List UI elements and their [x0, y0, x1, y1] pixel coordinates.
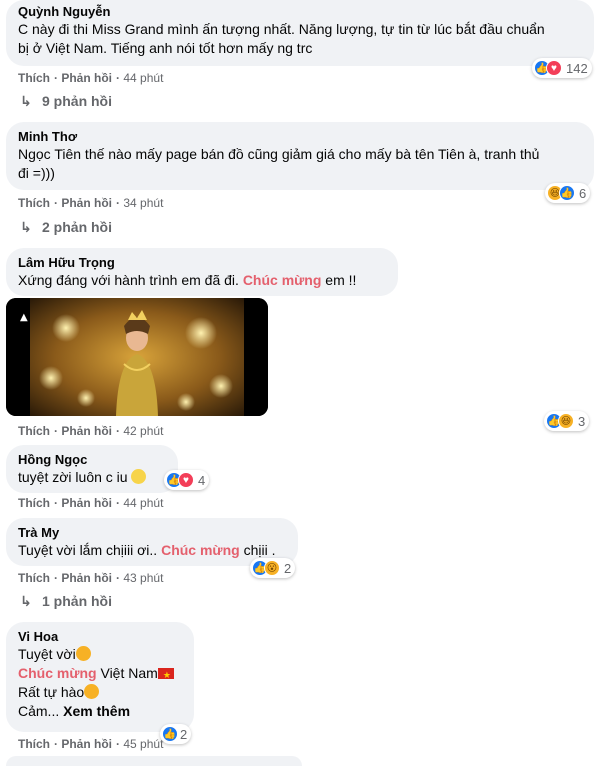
comment-text: bị ở Việt Nam. Tiếng anh nói tốt hơn mấy…: [18, 40, 313, 56]
comment-bubble: Minh Thơ Ngọc Tiên thế nào mấy page bán …: [6, 122, 594, 190]
reaction-count: 4: [198, 472, 206, 488]
replies-count: 9 phản hồi: [42, 93, 112, 109]
like-reaction-icon: 👍: [559, 185, 575, 201]
reaction-summary[interactable]: 👍 ♥ 4: [164, 470, 210, 490]
comment-bubble: Hồng Ngọc tuyệt zời luôn c iu: [6, 445, 178, 493]
timestamp[interactable]: 42 phút: [123, 424, 163, 438]
comment-text: Rất tự hào: [18, 683, 182, 702]
comment-text: Xứng đáng với hành trình em đã đi. Chúc …: [18, 271, 386, 290]
reply-link[interactable]: Phản hồi: [61, 737, 112, 751]
timestamp[interactable]: 44 phút: [123, 496, 163, 510]
comment-text-part: chịii .: [243, 542, 276, 558]
haha-reaction-icon: 😆: [558, 413, 574, 429]
see-more-link[interactable]: Xem thêm: [63, 703, 130, 719]
comment-actions: Thích · Phản hồi · 44 phút: [18, 496, 164, 510]
comment-author[interactable]: Quỳnh Nguyễn: [18, 3, 582, 20]
comment-actions: Thích · Phản hồi · 42 phút: [18, 424, 164, 438]
reply-link[interactable]: Phản hồi: [61, 71, 112, 85]
view-replies[interactable]: ↳ 9 phản hồi: [20, 92, 112, 110]
timestamp[interactable]: 34 phút: [123, 196, 163, 210]
like-link[interactable]: Thích: [18, 737, 50, 751]
highlight-tag[interactable]: Chúc mừng: [243, 272, 322, 288]
comment-author[interactable]: Minh Thơ: [18, 128, 582, 145]
love-reaction-icon: ♥: [546, 60, 562, 76]
comment-text: đi =))): [18, 165, 55, 181]
replies-count: 1 phản hồi: [42, 593, 112, 609]
comment-text-part: tuyệt zời luôn c iu: [18, 469, 128, 485]
reaction-summary[interactable]: 👍 😆 3: [544, 411, 590, 431]
comment-text: tuyệt zời luôn c iu: [18, 468, 166, 487]
comment-bubble: Vi Hoa Tuyệt vời Chúc mừng Việt Nam ★ Rất…: [6, 622, 194, 732]
heart-eyes-emoji-icon: [75, 646, 91, 661]
comment-author[interactable]: Hồng Ngọc: [18, 451, 166, 468]
comment-actions: Thích · Phản hồi · 44 phút: [18, 71, 164, 85]
reaction-summary[interactable]: 😆 👍 6: [545, 183, 591, 203]
reaction-count: 2: [284, 560, 292, 576]
vietnam-flag-icon: ★: [157, 668, 174, 680]
comment-author[interactable]: Trà My: [18, 524, 286, 541]
comment-author[interactable]: Vi Hoa: [18, 628, 182, 645]
reaction-summary[interactable]: 👍 ♥ 142: [532, 58, 592, 78]
reaction-count: 2: [180, 726, 188, 742]
like-link[interactable]: Thích: [18, 571, 50, 585]
reaction-count: 142: [566, 60, 588, 76]
comment-bubble: Quỳnh Nguyễn C này đi thi Miss Grand mìn…: [6, 0, 594, 66]
view-replies[interactable]: ↳ 1 phản hồi: [20, 592, 112, 610]
highlight-tag[interactable]: Chúc mừng: [161, 542, 240, 558]
svg-text:▲: ▲: [20, 312, 28, 323]
stage-photo: ▲: [6, 298, 268, 416]
reply-link[interactable]: Phản hồi: [61, 196, 112, 210]
timestamp[interactable]: 45 phút: [123, 737, 163, 751]
highlight-tag[interactable]: Chúc mừng: [18, 665, 97, 681]
comment-text: C này đi thi Miss Grand mình ấn tượng nh…: [18, 21, 545, 37]
timestamp[interactable]: 44 phút: [123, 71, 163, 85]
reply-link[interactable]: Phản hồi: [61, 496, 112, 510]
comment-text-part: Xứng đáng với hành trình em đã đi.: [18, 272, 239, 288]
reply-arrow-icon: ↳: [20, 593, 32, 609]
comment-actions: Thích · Phản hồi · 43 phút: [18, 571, 164, 585]
reply-arrow-icon: ↳: [20, 93, 32, 109]
reaction-count: 3: [578, 413, 586, 429]
like-link[interactable]: Thích: [18, 496, 50, 510]
comment-actions: Thích · Phản hồi · 45 phút: [18, 737, 164, 751]
comment-author[interactable]: Lâm Hữu Trọng: [18, 254, 386, 271]
timestamp[interactable]: 43 phút: [123, 571, 163, 585]
reply-link[interactable]: Phản hồi: [61, 424, 112, 438]
comment-text-part: Cảm...: [18, 703, 60, 719]
comment-text: Cảm... Xem thêm: [18, 702, 182, 721]
comment-text-part: Tuyệt vời lắm chịiii ơi..: [18, 542, 158, 558]
reaction-count: 6: [579, 185, 587, 201]
comment-text: Tuyệt vời: [18, 645, 182, 664]
like-link[interactable]: Thích: [18, 424, 50, 438]
like-link[interactable]: Thích: [18, 196, 50, 210]
comment-actions: Thích · Phản hồi · 34 phút: [18, 196, 164, 210]
like-link[interactable]: Thích: [18, 71, 50, 85]
replies-count: 2 phản hồi: [42, 219, 112, 235]
comment-bubble: Lâm Hữu Trọng Xứng đáng với hành trình e…: [6, 248, 398, 296]
reaction-summary[interactable]: 👍 😮 2: [250, 558, 296, 578]
comment-image[interactable]: ▲: [6, 298, 268, 416]
wow-reaction-icon: 😮: [264, 560, 280, 576]
comment-text-part: em !!: [325, 272, 357, 288]
smile-emoji-icon: [131, 469, 147, 484]
comment-text-part: Việt Nam: [100, 665, 158, 681]
smiling-hearts-emoji-icon: [84, 684, 100, 699]
reply-link[interactable]: Phản hồi: [61, 571, 112, 585]
next-comment-bubble: [6, 756, 302, 766]
comment-text: Tuyệt vời lắm chịiii ơi.. Chúc mừng chịi…: [18, 541, 286, 560]
reply-arrow-icon: ↳: [20, 219, 32, 235]
view-replies[interactable]: ↳ 2 phản hồi: [20, 218, 112, 236]
comment-text-part: Rất tự hào: [18, 684, 85, 700]
comment-text-part: Tuyệt vời: [18, 646, 76, 662]
love-reaction-icon: ♥: [178, 472, 194, 488]
comment-text: Chúc mừng Việt Nam ★: [18, 664, 182, 683]
comment-text: Ngọc Tiên thế nào mấy page bán đồ cũng g…: [18, 146, 540, 162]
